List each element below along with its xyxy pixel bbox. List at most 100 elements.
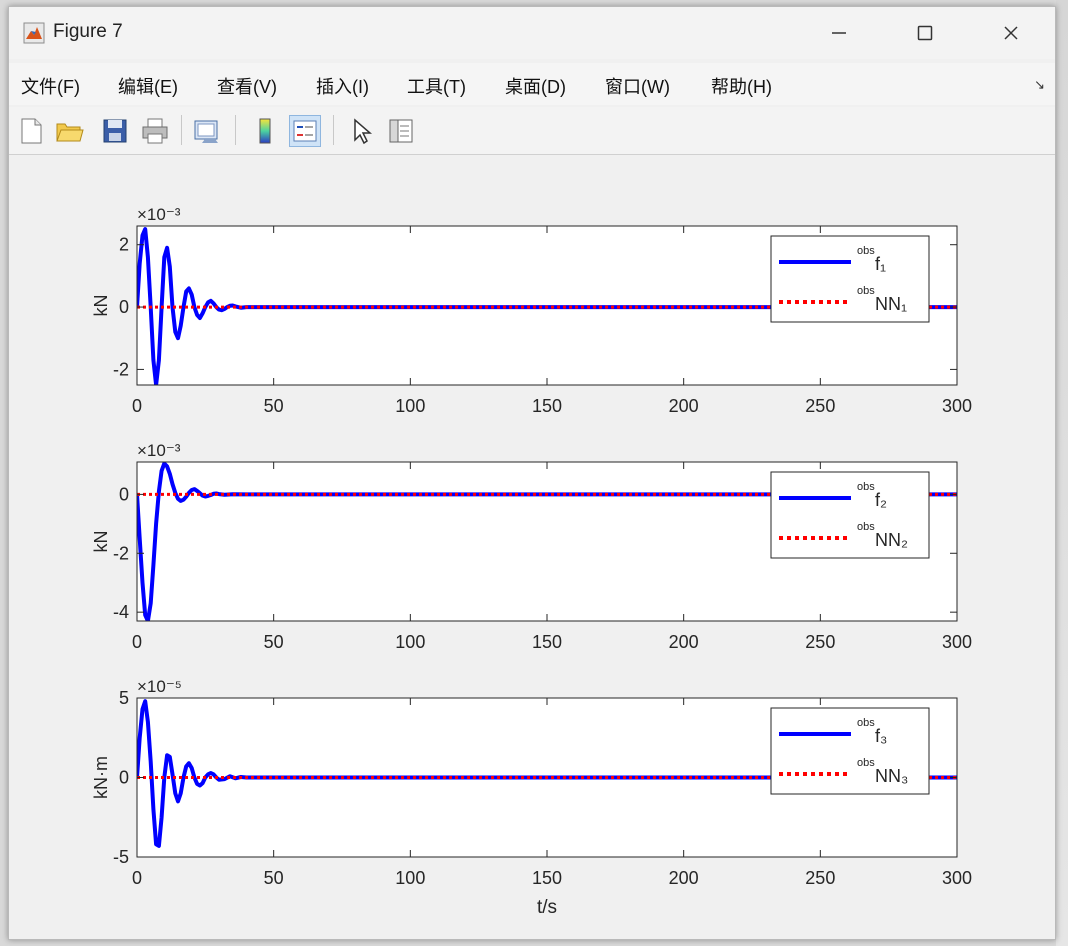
- edit-plot-icon: [354, 118, 373, 145]
- x-tick-label: 50: [264, 868, 284, 888]
- x-tick-label: 100: [395, 868, 425, 888]
- y-tick-label: -4: [113, 602, 129, 622]
- edit-plot-button[interactable]: [345, 115, 377, 147]
- colorbar-button[interactable]: [249, 115, 281, 147]
- x-tick-label: 200: [669, 632, 699, 652]
- legend-superscript: obs: [857, 717, 875, 729]
- figure-canvas[interactable]: 0 50 100 150 200 250 300 -2 0 2 ×10⁻³ kN obs f₁ obs NN₁…: [9, 157, 1055, 939]
- maximize-icon: [917, 25, 933, 41]
- x-tick-label: 150: [532, 632, 562, 652]
- x-tick-label: 50: [264, 632, 284, 652]
- menu-insert[interactable]: 插入(I): [316, 73, 369, 99]
- desktop-background: [1056, 0, 1068, 946]
- x-tick-label: 0: [132, 632, 142, 652]
- matlab-figure-icon: [23, 22, 45, 44]
- x-tick-label: 200: [669, 396, 699, 416]
- print-icon: [142, 118, 168, 144]
- menu-window[interactable]: 窗口(W): [605, 73, 670, 99]
- axes-1: 0 50 100 150 200 250 300-202×10⁻³kNobsf₁obsNN₁: [91, 205, 972, 416]
- x-tick-label: 150: [532, 868, 562, 888]
- exponent-label: ×10⁻³: [137, 205, 181, 224]
- x-tick-label: 0: [132, 396, 142, 416]
- legend: obsf₁obsNN₁: [770, 235, 930, 323]
- figure-toolbar: [9, 107, 1055, 155]
- property-inspector-icon: [389, 119, 413, 143]
- x-tick-label: 250: [805, 396, 835, 416]
- legend-superscript: obs: [857, 285, 875, 297]
- x-tick-label: 0: [132, 868, 142, 888]
- y-tick-label: -2: [113, 359, 129, 379]
- y-tick-label: 2: [119, 235, 129, 255]
- legend-icon: [293, 120, 317, 142]
- maximize-button[interactable]: [895, 11, 955, 55]
- legend-label: NN₂: [875, 530, 908, 550]
- colorbar-icon: [259, 118, 271, 144]
- legend-superscript: obs: [857, 245, 875, 257]
- exponent-label: ×10⁻³: [137, 441, 181, 460]
- legend-superscript: obs: [857, 481, 875, 493]
- y-tick-label: 0: [119, 768, 129, 788]
- legend-superscript: obs: [857, 757, 875, 769]
- y-axis-label: kN: [91, 531, 111, 553]
- legend-superscript: obs: [857, 521, 875, 533]
- axes-3: 0 50 100 150 200 250 300-505×10⁻⁵kN·mt/sobsf₃o…: [91, 677, 972, 918]
- minimize-icon: [832, 32, 846, 34]
- y-tick-label: 0: [119, 297, 129, 317]
- title-bar[interactable]: Figure 7: [9, 7, 1055, 59]
- x-tick-label: 300: [942, 396, 972, 416]
- x-tick-label: 250: [805, 868, 835, 888]
- legend: obsf₃obsNN₃: [770, 707, 930, 795]
- open-file-icon: [56, 123, 84, 142]
- save-button[interactable]: [99, 115, 131, 147]
- figure-window: Figure 7 文件(F) 编辑(E) 查看(V) 插入(I) 工具(T) 桌…: [8, 6, 1056, 940]
- new-figure-icon: [21, 118, 42, 144]
- legend: obsf₂obsNN₂: [770, 471, 930, 559]
- open-file-button[interactable]: [53, 115, 85, 147]
- x-axis-label: t/s: [537, 897, 557, 918]
- toolbar-separator: [235, 115, 236, 145]
- menu-bar: 文件(F) 编辑(E) 查看(V) 插入(I) 工具(T) 桌面(D) 窗口(W…: [9, 63, 1055, 105]
- link-plot-button[interactable]: [191, 115, 223, 147]
- x-tick-label: 300: [942, 868, 972, 888]
- legend-label: f₂: [875, 490, 887, 510]
- y-axis-label: kN·m: [91, 756, 111, 799]
- y-tick-label: -2: [113, 543, 129, 563]
- legend-button[interactable]: [289, 115, 321, 147]
- menu-help[interactable]: 帮助(H): [711, 73, 772, 99]
- x-tick-label: 250: [805, 632, 835, 652]
- close-icon: [1004, 26, 1018, 40]
- dock-arrow-icon[interactable]: ↘: [1034, 77, 1045, 93]
- menu-file[interactable]: 文件(F): [21, 73, 80, 99]
- menu-view[interactable]: 查看(V): [217, 73, 277, 99]
- legend-label: f₃: [875, 726, 887, 746]
- x-tick-label: 50: [264, 396, 284, 416]
- x-tick-label: 150: [532, 396, 562, 416]
- menu-tools[interactable]: 工具(T): [407, 73, 466, 99]
- toolbar-separator: [181, 115, 182, 145]
- x-tick-label: 100: [395, 396, 425, 416]
- plots-svg: 0 50 100 150 200 250 300-202×10⁻³kNobsf₁obsNN₁…: [91, 205, 972, 918]
- new-figure-button[interactable]: [15, 115, 47, 147]
- legend-label: f₁: [875, 254, 886, 274]
- axes-2: 0 50 100 150 200 250 300-4-20×10⁻³kNobsf₂obsNN…: [91, 441, 972, 652]
- minimize-button[interactable]: [809, 11, 869, 55]
- legend-label: NN₃: [875, 766, 908, 786]
- link-plot-icon: [194, 120, 218, 143]
- save-icon: [103, 119, 127, 143]
- x-tick-label: 100: [395, 632, 425, 652]
- x-tick-label: 300: [942, 632, 972, 652]
- toolbar-separator: [333, 115, 334, 145]
- x-tick-label: 200: [669, 868, 699, 888]
- window-title: Figure 7: [53, 21, 123, 42]
- exponent-label: ×10⁻⁵: [137, 677, 182, 696]
- y-tick-label: 0: [119, 484, 129, 504]
- y-axis-label: kN: [91, 295, 111, 317]
- y-tick-label: 5: [119, 688, 129, 708]
- close-button[interactable]: [981, 11, 1041, 55]
- print-button[interactable]: [139, 115, 171, 147]
- menu-edit[interactable]: 编辑(E): [118, 73, 178, 99]
- menu-desktop[interactable]: 桌面(D): [505, 73, 566, 99]
- legend-label: NN₁: [875, 294, 907, 314]
- y-tick-label: -5: [113, 847, 129, 867]
- property-inspector-button[interactable]: [385, 115, 417, 147]
